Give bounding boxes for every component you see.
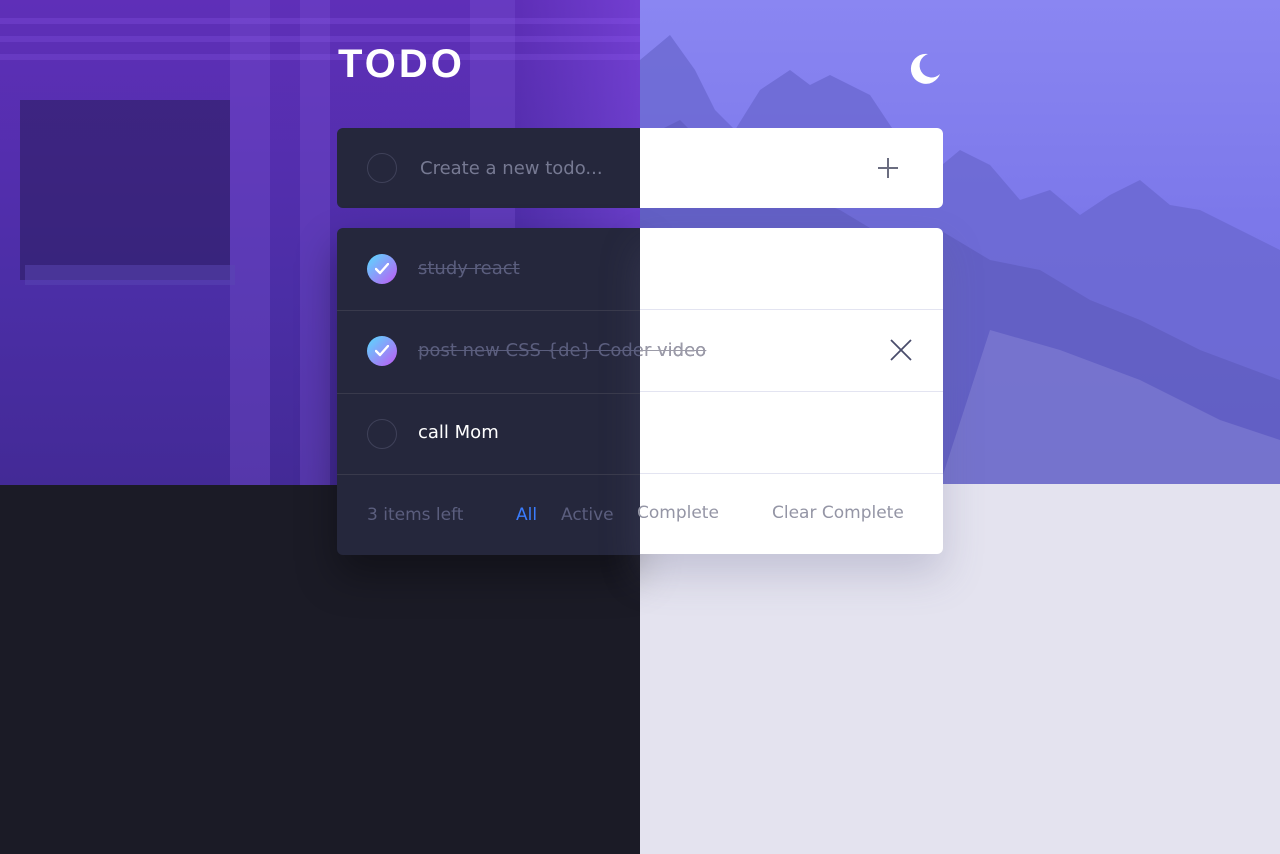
plus-icon[interactable] — [876, 156, 900, 180]
todo-checkbox[interactable] — [367, 336, 397, 366]
items-left-count: 3 items left — [367, 505, 464, 525]
divider — [640, 309, 943, 310]
new-todo-circle[interactable] — [367, 153, 397, 183]
moon-icon[interactable] — [906, 50, 944, 88]
new-todo-input[interactable] — [420, 148, 840, 188]
filter-complete[interactable]: Complete — [637, 502, 719, 524]
filter-all[interactable]: All — [516, 504, 537, 526]
divider — [337, 393, 640, 394]
clear-complete-button[interactable]: Clear Complete — [772, 502, 904, 524]
check-icon — [375, 345, 389, 357]
todo-text[interactable]: post new CSS {de} Coder video — [418, 339, 706, 363]
app-title: TODO — [338, 42, 465, 86]
todo-checkbox[interactable] — [367, 419, 397, 449]
divider — [640, 473, 943, 474]
todo-text[interactable]: study react — [418, 257, 520, 281]
divider — [337, 310, 640, 311]
close-icon[interactable] — [888, 337, 914, 363]
todo-checkbox[interactable] — [367, 254, 397, 284]
filter-active[interactable]: Active — [561, 504, 614, 526]
divider — [640, 391, 943, 392]
check-icon — [375, 263, 389, 275]
divider — [337, 474, 640, 475]
todo-text[interactable]: call Mom — [418, 421, 499, 445]
